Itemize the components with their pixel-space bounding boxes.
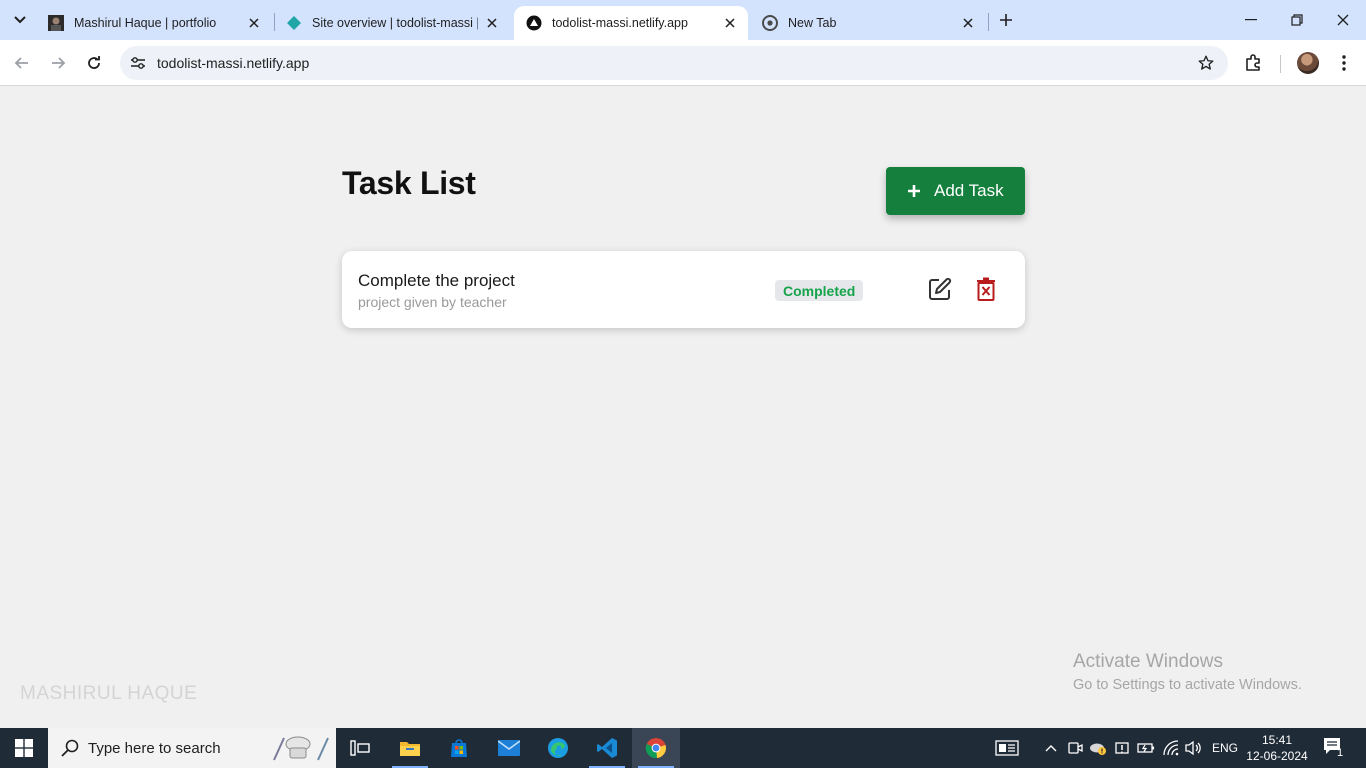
browser-toolbar: todolist-massi.netlify.app xyxy=(0,40,1366,86)
tab-portfolio[interactable]: Mashirul Haque | portfolio xyxy=(36,6,272,40)
tab-todolist-active[interactable]: todolist-massi.netlify.app xyxy=(514,6,748,40)
bookmark-star-icon[interactable] xyxy=(1196,53,1216,73)
close-window-icon[interactable] xyxy=(1320,0,1366,40)
tab-site-overview[interactable]: Site overview | todolist-massi | N xyxy=(274,6,510,40)
forward-arrow-icon[interactable] xyxy=(46,51,70,75)
chrome-taskbar-icon[interactable] xyxy=(632,728,680,768)
vscode-icon[interactable] xyxy=(583,728,631,768)
wifi-icon[interactable] xyxy=(1161,738,1181,758)
tab-separator xyxy=(988,13,989,31)
search-highlight-chef-icon xyxy=(273,736,329,761)
plus-icon xyxy=(906,183,922,199)
portrait-favicon-icon xyxy=(48,15,64,31)
tab-new-tab[interactable]: New Tab xyxy=(750,6,986,40)
close-tab-icon[interactable] xyxy=(484,15,500,31)
task-title: Complete the project xyxy=(358,271,515,290)
tab-title: Site overview | todolist-massi | N xyxy=(312,16,478,30)
tab-title: Mashirul Haque | portfolio xyxy=(74,16,217,30)
close-tab-icon[interactable] xyxy=(722,15,738,31)
restore-window-icon[interactable] xyxy=(1274,0,1320,40)
profile-avatar[interactable] xyxy=(1297,52,1319,74)
triangle-favicon-icon xyxy=(526,15,542,31)
meet-now-icon[interactable] xyxy=(1065,738,1085,758)
browser-menu-kebab-icon[interactable] xyxy=(1332,51,1356,75)
volume-speaker-icon[interactable] xyxy=(1184,738,1204,758)
onedrive-warning-icon[interactable] xyxy=(1088,738,1108,758)
edit-task-icon[interactable] xyxy=(928,277,952,301)
battery-charging-icon[interactable] xyxy=(1136,738,1156,758)
tab-search-chevron-icon[interactable] xyxy=(8,8,32,32)
address-bar[interactable]: todolist-massi.netlify.app xyxy=(120,46,1228,80)
windows-start-icon[interactable] xyxy=(0,728,48,768)
clock-time: 15:41 xyxy=(1261,733,1293,747)
taskbar-search-box[interactable]: Type here to search xyxy=(48,728,336,768)
tab-title: todolist-massi.netlify.app xyxy=(552,16,688,30)
page-title: Task List xyxy=(342,165,476,201)
microsoft-store-icon[interactable] xyxy=(435,728,483,768)
notification-center-icon[interactable]: 1 xyxy=(1322,736,1348,760)
add-task-button[interactable]: Add Task xyxy=(886,167,1025,215)
close-tab-icon[interactable] xyxy=(960,15,976,31)
netlify-favicon-icon xyxy=(286,15,302,31)
device-alert-icon[interactable] xyxy=(1112,738,1132,758)
news-widget-icon[interactable] xyxy=(994,738,1020,758)
activate-windows-subtitle: Go to Settings to activate Windows. xyxy=(1073,677,1302,693)
toolbar-divider xyxy=(1280,55,1281,73)
add-task-button-label: Add Task xyxy=(934,181,1004,200)
new-tab-plus-icon[interactable] xyxy=(996,10,1016,30)
task-card: Complete the project project given by te… xyxy=(342,251,1025,328)
windows-taskbar: Type here to search ENG 15:41 12-06-2024… xyxy=(0,728,1366,768)
extensions-puzzle-icon[interactable] xyxy=(1242,51,1266,75)
task-description: project given by teacher xyxy=(358,294,507,310)
site-watermark: MASHIRUL HAQUE xyxy=(20,683,198,704)
file-explorer-icon[interactable] xyxy=(386,728,434,768)
clock-date: 12-06-2024 xyxy=(1246,749,1308,763)
activate-windows-notice: Activate Windows Go to Settings to activ… xyxy=(1073,651,1302,693)
taskbar-search-placeholder: Type here to search xyxy=(88,740,221,757)
chrome-favicon-icon xyxy=(762,15,778,31)
delete-task-icon[interactable] xyxy=(975,277,997,301)
tab-title: New Tab xyxy=(788,16,837,30)
edge-browser-icon[interactable] xyxy=(534,728,582,768)
notification-count: 1 xyxy=(1337,747,1344,759)
minimize-window-icon[interactable] xyxy=(1228,0,1274,40)
close-tab-icon[interactable] xyxy=(246,15,262,31)
url-text: todolist-massi.netlify.app xyxy=(157,55,310,71)
mail-icon[interactable] xyxy=(485,728,533,768)
site-settings-tune-icon[interactable] xyxy=(128,53,148,73)
search-icon xyxy=(61,739,79,757)
reload-icon[interactable] xyxy=(82,51,106,75)
system-clock[interactable]: 15:41 12-06-2024 xyxy=(1244,732,1310,764)
task-view-icon[interactable] xyxy=(336,728,384,768)
status-badge: Completed xyxy=(775,280,864,301)
back-arrow-icon[interactable] xyxy=(10,51,34,75)
page-content: Task List Add Task Complete the project … xyxy=(0,87,1366,728)
browser-tab-strip: Mashirul Haque | portfolio Site overview… xyxy=(0,0,1366,40)
activate-windows-title: Activate Windows xyxy=(1073,651,1223,672)
tray-overflow-chevron-icon[interactable] xyxy=(1041,738,1061,758)
input-language[interactable]: ENG xyxy=(1212,741,1238,755)
